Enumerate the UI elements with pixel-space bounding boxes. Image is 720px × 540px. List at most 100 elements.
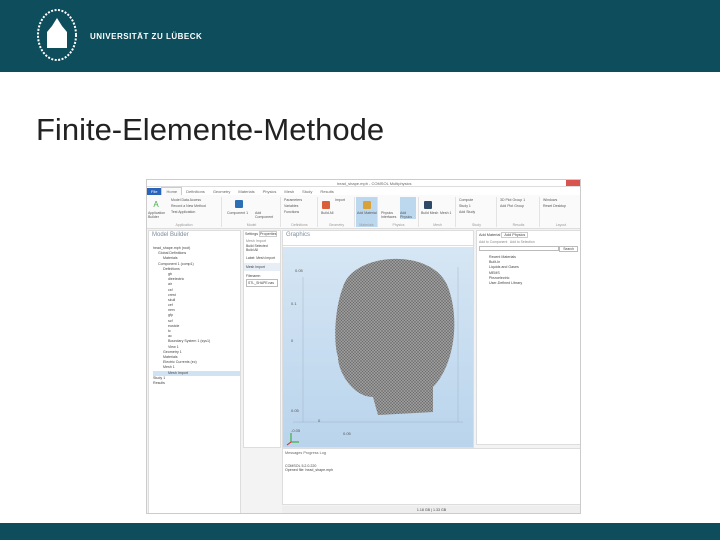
group-label: Mesh [433,223,442,227]
group-label: Physics [392,223,405,227]
functions-button[interactable]: Functions [284,210,299,214]
tab-log[interactable]: Log [320,451,326,455]
group-study: Compute Study 1 Add Study Study [457,197,497,227]
section-header[interactable]: Mesh Import [244,263,280,271]
tab-messages[interactable]: Messages [285,451,302,455]
group-label: Definitions [291,223,308,227]
ribbon: A Application Builder Model Data Access … [147,195,580,229]
tab-add-material[interactable]: Add Material [479,233,500,237]
material-library-list: Recent Materials Built-In Liquids and Gase… [477,253,580,286]
add-component-button[interactable]: Add Component [255,211,280,219]
component-button[interactable]: Component 1 [227,211,248,215]
axis-tick: 0.05 [295,268,304,273]
build-mesh-button[interactable]: Build Mesh [421,211,438,215]
application-builder-button[interactable]: Application Builder [148,211,166,219]
mesh-button[interactable]: Mesh 1 [440,211,451,215]
group-layout: Windows Reset Desktop Layout [541,197,580,227]
group-application: A Application Builder Model Data Access … [147,197,222,227]
group-label: Materials [359,223,374,227]
model-tree: head_shape.mph (root) Global Definitions M… [149,240,240,386]
plot-group-button[interactable]: 3D Plot Group 1 [500,198,525,202]
tab-properties[interactable]: Properties [259,231,278,237]
physics-interfaces-button[interactable]: Physics Interfaces [381,211,399,219]
message-line: Opened file: head_shape.mph [285,468,334,472]
material-icon [363,201,371,209]
component-icon [235,200,243,208]
tab-progress[interactable]: Progress [303,451,318,455]
graphics-title: Graphics [283,231,473,240]
group-physics: Physics Interfaces Add Physics Physics [379,197,419,227]
tab-settings[interactable]: Settings [245,232,258,236]
group-label: Application [175,223,193,227]
tab-physics[interactable]: Physics [259,188,281,195]
group-materials: Add Material Materials [356,197,378,227]
tab-results[interactable]: Results [316,188,337,195]
app-builder-icon: A [153,200,159,209]
tab-study[interactable]: Study [298,188,316,195]
ribbon-tabs: File Home Definitions Geometry Materials Phys… [147,187,580,195]
add-study-button[interactable]: Add Study [459,210,475,214]
tab-file[interactable]: File [147,188,162,195]
material-library-item[interactable]: User-Defined Library [489,281,580,286]
graphics-canvas[interactable]: 0.05 0.1 0 0.05 -0.05 0 0.05 [283,247,473,447]
tab-mesh[interactable]: Mesh [280,188,298,195]
tab-definitions[interactable]: Definitions [182,188,209,195]
head-mesh-model: 0.05 0.1 0 0.05 -0.05 0 0.05 [286,258,463,446]
axis-tick: 0.05 [291,408,300,413]
model-builder-pane: Model Builder head_shape.mph (root) Globa… [148,230,241,513]
parameters-button[interactable]: Parameters [284,198,302,202]
filename-label: Filename: [246,274,261,278]
label-input[interactable]: Mesh Import [256,256,275,260]
model-data-access-button[interactable]: Model Data Access [171,198,201,202]
group-label: Geometry [328,223,345,227]
search-button[interactable]: Search [559,246,578,252]
graphics-toolbar[interactable] [283,240,473,246]
group-model: Component 1 Add Component Model [223,197,281,227]
tab-add-physics[interactable]: Add Physics [501,232,529,238]
messages-pane: Messages Progress Log COMSOL 5.2.0.220 O… [282,448,580,505]
material-search-input[interactable] [479,246,560,251]
record-method-button[interactable]: Record a New Method [171,204,206,208]
tab-home[interactable]: Home [161,187,183,195]
axis-tick: -0.05 [291,428,301,433]
add-to-selection-button[interactable]: Add to Selection [510,240,535,244]
reset-desktop-button[interactable]: Reset Desktop [543,204,566,208]
tab-materials[interactable]: Materials [234,188,258,195]
axis-tick: 0.05 [343,431,352,436]
add-material-button[interactable]: Add Material [357,211,377,215]
group-label: Model [246,223,257,227]
import-button[interactable]: Import [335,198,345,202]
add-plot-group-button[interactable]: Add Plot Group [500,204,524,208]
filename-input[interactable]: STL_SHAPE.nas [246,279,278,287]
build-all-button[interactable]: Build All [321,211,333,215]
group-results: 3D Plot Group 1 Add Plot Group Results [498,197,540,227]
study-button[interactable]: Study 1 [459,204,471,208]
add-physics-button[interactable]: Add Physics [400,197,416,219]
tab-geometry[interactable]: Geometry [209,188,235,195]
variables-button[interactable]: Variables [284,204,298,208]
windows-button[interactable]: Windows [543,198,557,202]
slide-title: Finite-Elemente-Methode [36,112,385,147]
axis-tick: 0.1 [291,301,297,306]
test-application-button[interactable]: Test Application [171,210,195,214]
axis-triad-icon [286,433,299,446]
group-mesh: Build Mesh Mesh 1 Mesh [420,197,456,227]
group-label: Layout [555,223,567,227]
build-all-icon [322,201,330,209]
group-definitions: Parameters Variables Functions Definitio… [282,197,318,227]
axis-tick: 0 [291,338,294,343]
axis-tick: 0 [318,418,321,423]
footer-bar [0,523,720,540]
label-field-label: Label: [246,256,256,260]
graphics-pane: Graphics 0.05 0.1 0 0.05 -0.05 0 0.05 [282,230,474,448]
add-material-pane: Add Material Add Physics Add to Componen… [476,230,580,445]
window-title: head_shape.mph - COMSOL Multiphysics [337,181,412,186]
group-geometry: Build All Import Geometry [319,197,355,227]
compute-button[interactable]: Compute [459,198,473,202]
add-to-component-button[interactable]: Add to Component [479,240,507,244]
close-button[interactable] [566,180,580,186]
group-label: Study [472,223,481,227]
university-seal-logo [37,9,77,61]
header-bar: UNIVERSITÄT ZU LÜBECK [0,0,720,72]
tree-node[interactable]: Results [153,381,240,386]
